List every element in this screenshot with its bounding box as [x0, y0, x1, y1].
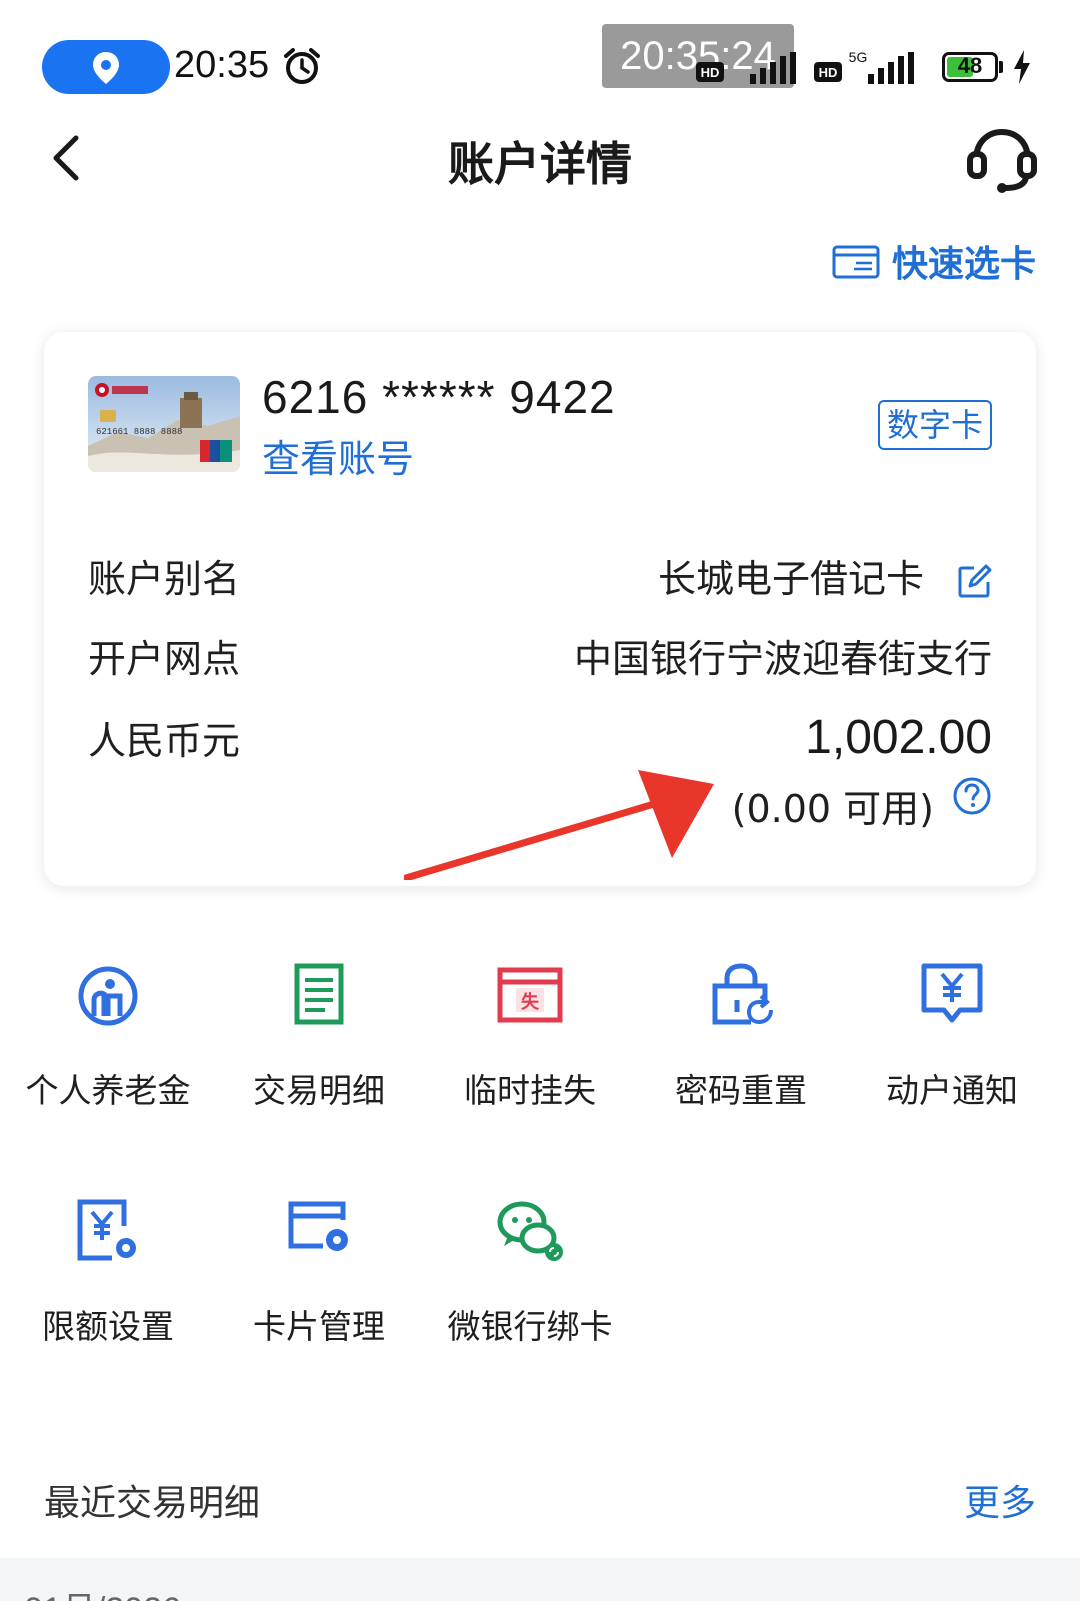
headset-icon — [967, 128, 1037, 193]
yuan-notify-icon — [921, 963, 983, 1023]
branch-value: 中国银行宁波迎春街支行 — [573, 637, 992, 681]
func-label: 限额设置 — [42, 1307, 174, 1346]
alias-label: 账户别名 — [88, 557, 241, 601]
bank-card-image: 621661 8888 8888 — [88, 376, 240, 472]
edit-icon[interactable] — [956, 564, 992, 600]
quick-select-label: 快速选卡 — [891, 244, 1036, 285]
annotation-arrow-icon — [404, 770, 714, 880]
func-label: 卡片管理 — [253, 1307, 385, 1346]
customer-service-button[interactable] — [964, 124, 1040, 196]
svg-text:621661 8888 8888: 621661 8888 8888 — [96, 427, 182, 437]
report-loss-icon: 失 — [497, 967, 563, 1023]
month-header: 01月/2026 — [0, 1558, 1080, 1601]
func-label: 动户通知 — [886, 1071, 1018, 1110]
alarm-clock-icon — [284, 48, 320, 84]
func-wechat-bind[interactable]: 微银行绑卡 — [422, 1196, 638, 1346]
func-report-loss[interactable]: 失 临时挂失 — [422, 960, 638, 1110]
func-label: 微银行绑卡 — [447, 1307, 613, 1346]
month-label: 01月/2026 — [24, 1582, 181, 1601]
available-balance: (0.00 可用) — [731, 787, 934, 831]
func-transactions[interactable]: 交易明细 — [211, 960, 427, 1110]
alias-value: 长城电子借记卡 — [657, 557, 924, 601]
page-title: 账户详情 — [448, 137, 632, 191]
func-label: 临时挂失 — [464, 1071, 596, 1110]
func-password-reset[interactable]: 密码重置 — [633, 960, 849, 1110]
more-link[interactable]: 更多 — [964, 1474, 1036, 1526]
location-pill[interactable] — [42, 40, 170, 94]
digital-card-badge: 数字卡 — [878, 400, 992, 450]
svg-text:HD: HD — [701, 65, 720, 80]
svg-text:失: 失 — [521, 991, 540, 1013]
battery-tip — [999, 61, 1003, 73]
balance-amount: 1,002.00 — [805, 711, 992, 764]
card-number: 6216 ****** 9422 — [262, 371, 616, 423]
svg-text:HD: HD — [819, 65, 838, 80]
battery-level: 48 — [957, 53, 983, 78]
status-bar: 20:35 20:35:24 HD HD 5G 48 — [0, 0, 1080, 110]
svg-text:5G: 5G — [849, 50, 868, 65]
view-account-link[interactable]: 查看账号 — [262, 428, 414, 483]
charging-bolt-icon — [1014, 50, 1030, 84]
lock-reset-icon — [712, 963, 773, 1025]
recent-transactions-title: 最近交易明细 — [44, 1483, 261, 1524]
wechat-bind-icon — [497, 1201, 563, 1261]
battery-icon: 48 — [942, 52, 998, 82]
pension-icon — [78, 966, 138, 1026]
signal-4g-icon: HD — [696, 52, 796, 84]
func-pension[interactable]: 个人养老金 — [0, 960, 216, 1110]
func-limit-settings[interactable]: 限额设置 — [0, 1196, 216, 1346]
list-icon — [294, 963, 344, 1025]
status-time: 20:35 — [174, 44, 270, 86]
card-switch-icon — [832, 245, 880, 279]
currency-label: 人民币元 — [88, 719, 241, 763]
func-label: 交易明细 — [253, 1071, 385, 1110]
func-account-notify[interactable]: 动户通知 — [844, 960, 1060, 1110]
signal-5g-icon: HD 5G — [814, 50, 914, 84]
card-settings-icon — [288, 1201, 348, 1251]
branch-label: 开户网点 — [88, 637, 241, 681]
func-card-management[interactable]: 卡片管理 — [211, 1196, 427, 1346]
quick-select-card-button[interactable]: 快速选卡 — [832, 236, 1036, 286]
limit-settings-icon — [77, 1199, 136, 1261]
help-icon[interactable] — [952, 776, 992, 816]
location-pin-icon — [93, 52, 119, 84]
func-label: 个人养老金 — [25, 1071, 191, 1110]
func-label: 密码重置 — [675, 1071, 807, 1110]
